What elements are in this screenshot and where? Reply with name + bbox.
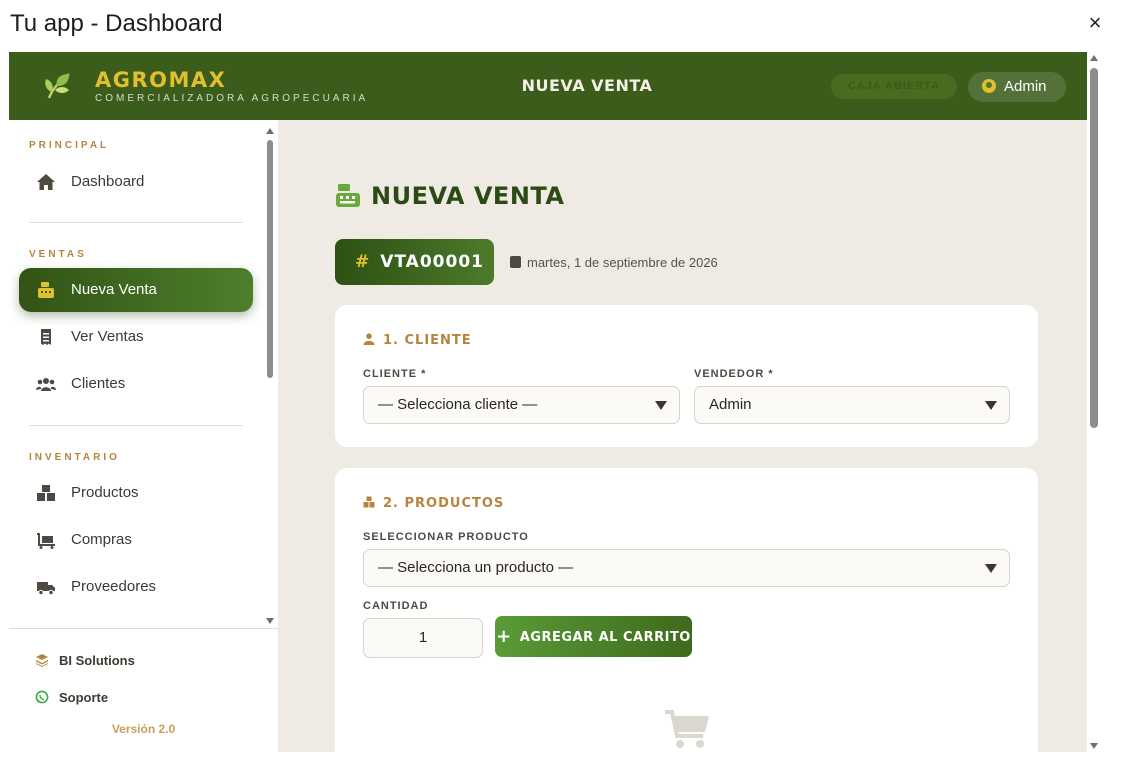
user-menu-button[interactable]: Admin <box>968 72 1066 102</box>
sale-code-badge: # VTA00001 <box>335 239 494 285</box>
producto-select-value: — Selecciona un producto — <box>378 559 574 576</box>
productos-card-title: 2. PRODUCTOS <box>363 496 504 511</box>
productos-card: 2. PRODUCTOS SELECCIONAR PRODUCTO — Sele… <box>335 468 1038 752</box>
bi-solutions-label: BI Solutions <box>59 653 135 668</box>
layers-icon <box>36 654 48 667</box>
sale-date-text: martes, 1 de septiembre de 2026 <box>527 255 718 270</box>
top-header: AGROMAX COMERCIALIZADORA AGROPECUARIA NU… <box>9 52 1095 120</box>
brand-subtitle: COMERCIALIZADORA AGROPECUARIA <box>95 93 369 104</box>
user-name: Admin <box>1004 78 1047 95</box>
sale-code: VTA00001 <box>380 252 484 272</box>
bi-solutions-link[interactable]: BI Solutions <box>35 653 135 668</box>
sidebar-item-label: Proveedores <box>71 578 157 595</box>
sidebar-item-label: Dashboard <box>71 173 145 190</box>
hash-icon: # <box>355 252 371 272</box>
scroll-up-icon[interactable] <box>266 128 274 134</box>
sidebar-item-compras[interactable]: Compras <box>19 518 253 562</box>
cantidad-input[interactable]: 1 <box>363 618 483 658</box>
divider <box>9 628 278 629</box>
brand-name: AGROMAX <box>95 68 227 92</box>
app-container: AGROMAX COMERCIALIZADORA AGROPECUARIA NU… <box>9 52 1095 752</box>
vendedor-label: VENDEDOR * <box>694 368 774 380</box>
window-title: Tu app - Dashboard <box>10 10 223 37</box>
sidebar-scrollbar[interactable] <box>266 128 274 624</box>
chevron-down-icon <box>985 564 997 573</box>
version-label: Versión 2.0 <box>111 722 176 736</box>
sidebar: PRINCIPAL Dashboard VENTAS Nueva Venta V… <box>9 120 278 752</box>
chevron-down-icon <box>985 401 997 410</box>
sidebar-item-label: Nueva Venta <box>71 281 157 298</box>
home-icon <box>37 174 55 190</box>
sidebar-item-label: Ver Ventas <box>71 328 144 345</box>
user-icon <box>363 333 375 345</box>
divider <box>29 425 243 426</box>
cantidad-label: CANTIDAD <box>363 600 429 612</box>
caja-status-badge[interactable]: CAJA ABIERTA <box>831 74 957 99</box>
sidebar-item-dashboard[interactable]: Dashboard <box>19 160 253 204</box>
section-principal: PRINCIPAL <box>29 140 110 151</box>
producto-label: SELECCIONAR PRODUCTO <box>363 531 529 543</box>
receipt-icon <box>41 329 51 345</box>
productos-title-text: 2. PRODUCTOS <box>383 496 505 511</box>
plus-icon: + <box>496 626 512 647</box>
close-icon[interactable]: × <box>1084 12 1106 34</box>
producto-select[interactable]: — Selecciona un producto — <box>363 549 1010 587</box>
sale-date: martes, 1 de septiembre de 2026 <box>510 255 718 270</box>
cash-register-icon <box>38 282 54 298</box>
sidebar-scroll-thumb[interactable] <box>267 140 273 378</box>
sidebar-item-productos[interactable]: Productos <box>19 471 253 515</box>
sidebar-item-proveedores[interactable]: Proveedores <box>19 565 253 609</box>
main-scrollbar[interactable] <box>1087 52 1101 752</box>
scroll-down-icon[interactable] <box>1090 743 1098 749</box>
sidebar-item-label: Clientes <box>71 375 126 392</box>
scroll-up-icon[interactable] <box>1090 55 1098 61</box>
sidebar-item-clientes[interactable]: Clientes <box>19 362 253 406</box>
scroll-down-icon[interactable] <box>266 618 274 624</box>
cliente-title-text: 1. CLIENTE <box>383 333 472 348</box>
sidebar-item-label: Compras <box>71 531 132 548</box>
empty-cart-icon <box>665 710 709 748</box>
cliente-label: CLIENTE * <box>363 368 427 380</box>
user-circle-icon <box>982 79 996 93</box>
chevron-down-icon <box>655 401 667 410</box>
soporte-label: Soporte <box>59 690 109 705</box>
sidebar-item-nueva-venta[interactable]: Nueva Venta <box>19 268 253 312</box>
cliente-card: 1. CLIENTE CLIENTE * — Selecciona client… <box>335 305 1038 447</box>
leaf-logo-icon <box>45 73 70 99</box>
calendar-icon <box>510 256 521 268</box>
cliente-select[interactable]: — Selecciona cliente — <box>363 386 680 424</box>
boxes-icon <box>363 496 375 508</box>
main-scroll-thumb[interactable] <box>1090 68 1098 428</box>
page-title: NUEVA VENTA <box>371 182 565 210</box>
dolly-icon <box>37 533 55 549</box>
users-icon <box>36 378 56 391</box>
divider <box>29 222 243 223</box>
add-to-cart-label: AGREGAR AL CARRITO <box>519 630 691 645</box>
vendedor-select[interactable]: Admin <box>694 386 1010 424</box>
cliente-select-value: — Selecciona cliente — <box>378 396 538 413</box>
cliente-card-title: 1. CLIENTE <box>363 333 472 348</box>
whatsapp-icon <box>35 690 49 704</box>
truck-icon <box>37 582 55 596</box>
boxes-icon <box>37 485 55 501</box>
sidebar-item-ver-ventas[interactable]: Ver Ventas <box>19 315 253 359</box>
header-page-title: NUEVA VENTA <box>521 76 653 95</box>
cash-register-icon <box>336 184 360 207</box>
add-to-cart-button[interactable]: + AGREGAR AL CARRITO <box>495 616 692 657</box>
section-ventas: VENTAS <box>29 249 87 260</box>
soporte-link[interactable]: Soporte <box>35 690 108 705</box>
sidebar-item-label: Productos <box>71 484 139 501</box>
section-inventario: INVENTARIO <box>29 452 120 463</box>
vendedor-select-value: Admin <box>709 396 752 413</box>
